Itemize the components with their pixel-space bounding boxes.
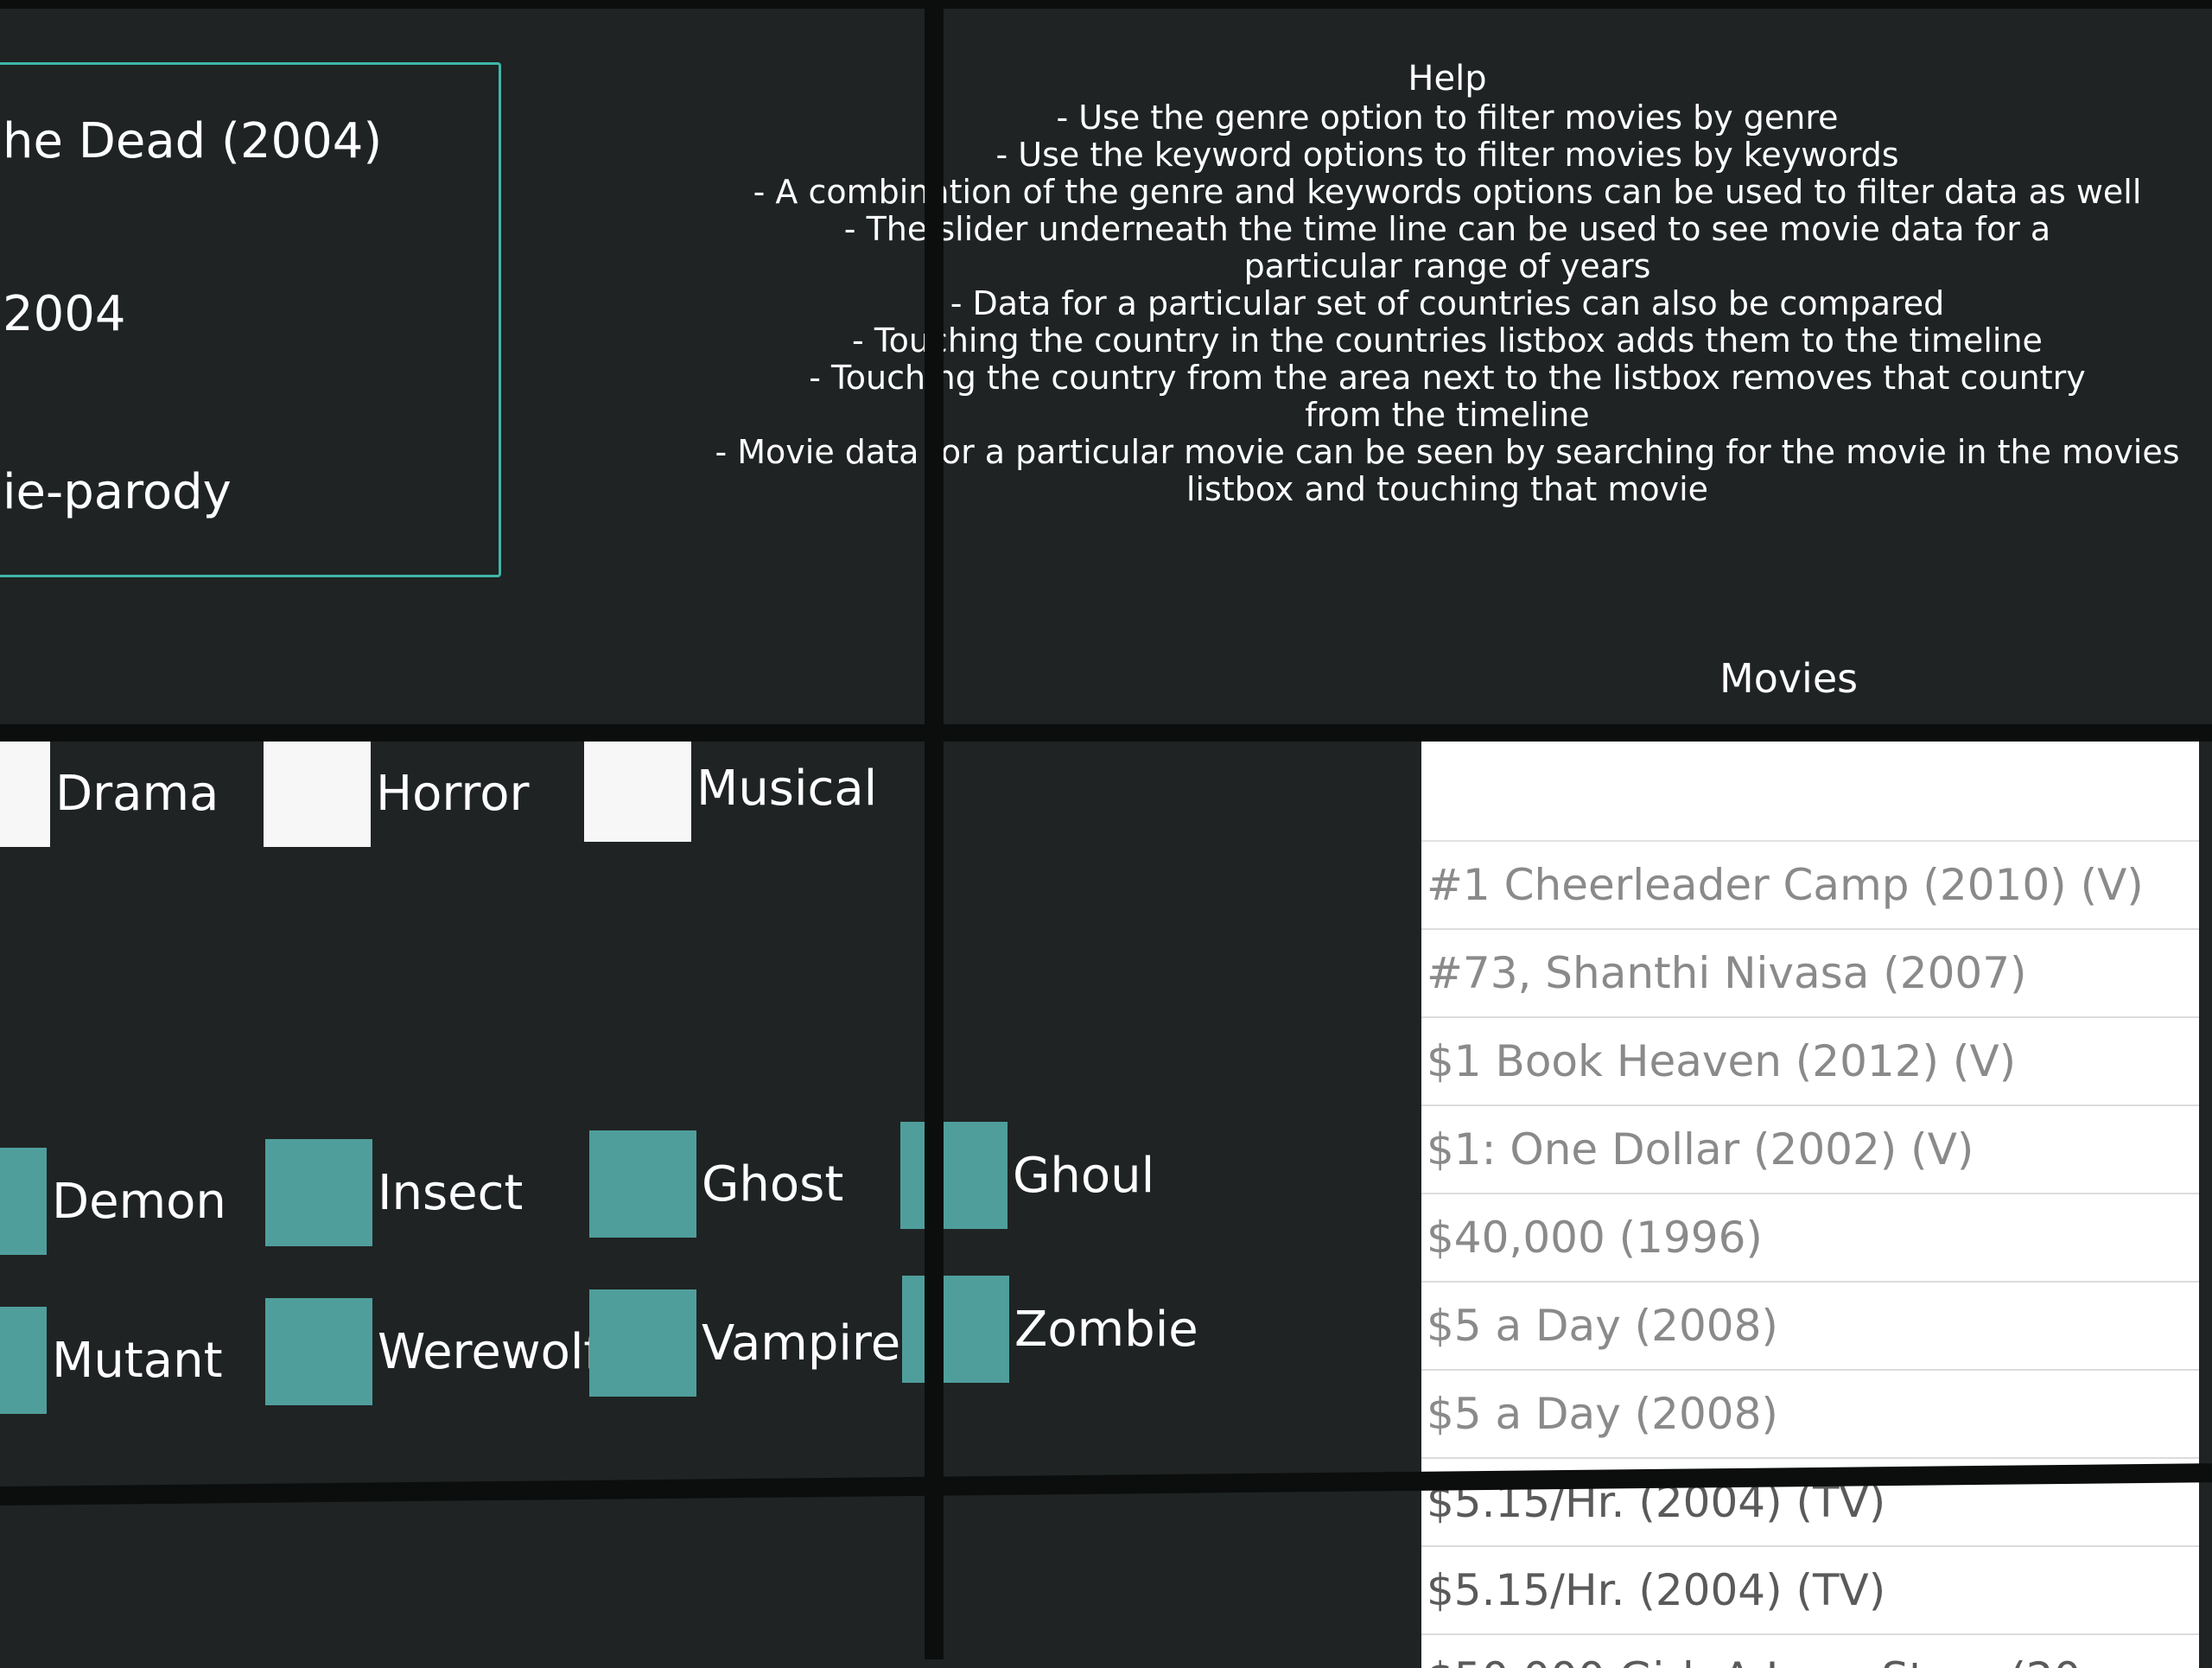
checkbox-box[interactable] (589, 1130, 696, 1238)
keyword-checkbox-vampire[interactable]: Vampire (589, 1289, 901, 1397)
checkbox-label: Mutant (52, 1332, 223, 1389)
help-line: - Use the genre option to filter movies … (1056, 99, 1839, 137)
keyword-checkbox-mutant[interactable]: Mutant (0, 1307, 223, 1414)
keyword-checkbox-ghost[interactable]: Ghost (589, 1130, 844, 1238)
help-line: - Touching the country from the area nex… (809, 359, 2086, 434)
help-title: Help (1408, 59, 1487, 99)
movie-details-panel: he Dead (2004) 2004 ie-parody (0, 62, 501, 577)
movies-heading: Movies (1719, 655, 1859, 702)
checkbox-label: Musical (696, 760, 878, 817)
checkbox-label: Insect (378, 1164, 524, 1221)
checkbox-label: Ghost (702, 1156, 844, 1213)
movie-list-item[interactable]: $1: One Dollar (2002) (V) (1421, 1106, 2199, 1194)
checkbox-label: Zombie (1014, 1301, 1198, 1358)
movies-listbox[interactable]: #1 Cheerleader Camp (2010) (V) #73, Shan… (1421, 735, 2199, 1668)
display-bezel-top (0, 0, 2212, 9)
help-line: - A combination of the genre and keyword… (753, 173, 2142, 211)
checkbox-box[interactable] (902, 1276, 1009, 1383)
display-bezel-horizontal (0, 724, 2212, 742)
movie-details-title: he Dead (2004) (3, 113, 383, 169)
genre-checkbox-drama[interactable]: Drama (0, 740, 219, 847)
movie-list-item[interactable]: $5.15/Hr. (2004) (TV) (1421, 1547, 2199, 1635)
genre-checkbox-horror[interactable]: Horror (264, 740, 530, 847)
movie-details-year: 2004 (3, 286, 126, 342)
display-bezel-vertical (925, 0, 944, 1659)
movie-list-item[interactable]: $1 Book Heaven (2012) (V) (1421, 1018, 2199, 1106)
checkbox-box[interactable] (0, 1307, 47, 1414)
checkbox-box[interactable] (265, 1139, 372, 1246)
help-line: - Data for a particular set of countries… (950, 284, 1945, 322)
checkbox-label: Horror (376, 765, 530, 822)
checkbox-box[interactable] (0, 1148, 47, 1255)
genre-checkbox-musical[interactable]: Musical (584, 735, 878, 842)
checkbox-box[interactable] (584, 735, 691, 842)
movie-list-item[interactable]: $50,000 Girl: A Love Story (20 (1421, 1635, 2199, 1668)
help-line: - Movie data for a particular movie can … (715, 433, 2180, 508)
movie-list-item[interactable]: #1 Cheerleader Camp (2010) (V) (1421, 842, 2199, 930)
help-line: - The slider underneath the time line ca… (843, 210, 2051, 285)
keyword-checkbox-werewolf[interactable]: Werewolf (265, 1298, 601, 1405)
checkbox-box[interactable] (0, 740, 50, 847)
movie-list-item[interactable]: $5 a Day (2008) (1421, 1371, 2199, 1459)
checkbox-label: Ghoul (1013, 1147, 1155, 1204)
movie-list-item[interactable]: $40,000 (1996) (1421, 1194, 2199, 1283)
movie-details-keyword: ie-parody (3, 464, 232, 520)
checkbox-label: Werewolf (378, 1323, 601, 1380)
checkbox-label: Vampire (702, 1315, 901, 1372)
help-line: - Use the keyword options to filter movi… (995, 136, 1899, 174)
movie-list-item[interactable]: #73, Shanthi Nivasa (2007) (1421, 930, 2199, 1018)
checkbox-box[interactable] (900, 1122, 1007, 1229)
keyword-checkbox-demon[interactable]: Demon (0, 1148, 226, 1255)
movies-search-field[interactable] (1421, 735, 2199, 842)
movie-list-item[interactable]: $5 a Day (2008) (1421, 1283, 2199, 1371)
checkbox-box[interactable] (264, 740, 371, 847)
help-panel: Help - Use the genre option to filter mo… (674, 60, 2212, 508)
keyword-checkbox-insect[interactable]: Insect (265, 1139, 524, 1246)
help-line: - Touching the country in the countries … (852, 322, 2043, 360)
checkbox-box[interactable] (265, 1298, 372, 1405)
checkbox-box[interactable] (589, 1289, 696, 1397)
checkbox-label: Demon (52, 1173, 226, 1230)
keyword-checkbox-zombie[interactable]: Zombie (902, 1276, 1198, 1383)
checkbox-label: Drama (55, 765, 219, 822)
